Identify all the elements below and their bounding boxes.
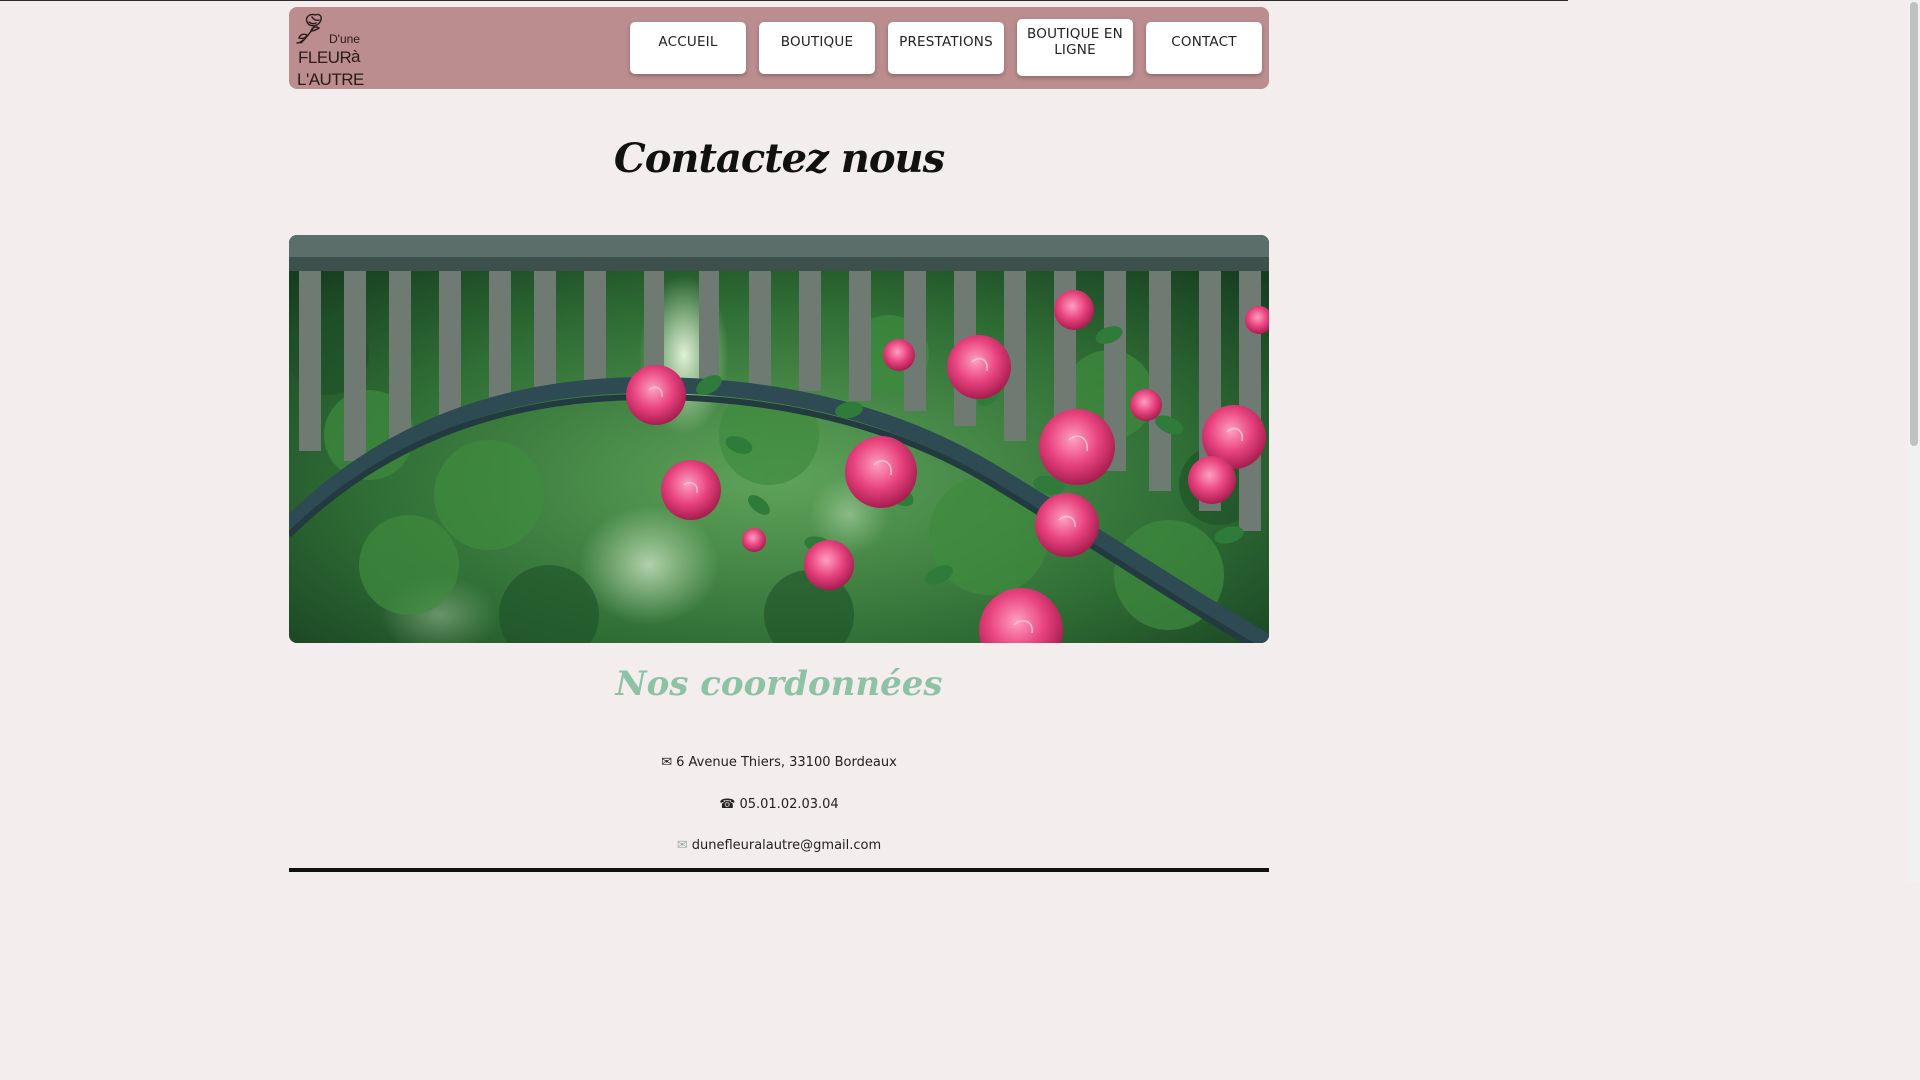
nav-accueil-button[interactable]: ACCUEIL [630,22,746,74]
scrollbar-thumb[interactable] [1910,2,1918,446]
rose-garden-photo-icon [289,235,1269,643]
nav-prestations-button[interactable]: PRESTATIONS [888,22,1004,74]
page-title: Contactez nous [613,135,945,182]
nav-boutique-en-ligne-label: BOUTIQUE EN LIGNE [1027,25,1123,58]
nav-boutique-button[interactable]: BOUTIQUE [759,22,875,74]
contact-section-title: Nos coordonnées [615,664,943,704]
nav-boutique-label: BOUTIQUE [780,34,854,50]
contact-address: ✉ 6 Avenue Thiers, 33100 Bordeaux [289,755,1269,770]
address-text: 6 Avenue Thiers, 33100 Bordeaux [676,755,897,770]
svg-text:à: à [351,47,361,66]
phone-text[interactable]: 05.01.02.03.04 [739,797,838,812]
envelope-icon: ✉ [661,755,673,770]
hero-image [289,235,1269,643]
svg-text:D'une: D'une [329,32,360,46]
email-text[interactable]: dunefleuralautre@gmail.com [692,838,881,853]
contact-email: ✉ dunefleuralautre@gmail.com [289,838,1269,853]
nav-contact-label: CONTACT [1171,34,1237,50]
browser-top-border [0,0,1568,1]
contact-phone: ☎ 05.01.02.03.04 [289,797,1269,812]
svg-text:L'AUTRE: L'AUTRE [297,70,364,89]
nav-prestations-label: PRESTATIONS [899,34,993,50]
svg-text:FLEUR: FLEUR [298,48,351,67]
footer-divider [289,868,1269,872]
site-header: D'une FLEUR à L'AUTRE ACCUEIL BOUTIQUE P… [289,7,1269,89]
phone-icon: ☎ [719,797,736,812]
flower-logo-icon: D'une FLEUR à L'AUTRE [296,13,364,89]
vertical-scrollbar[interactable] [1908,0,1920,882]
brand-logo[interactable]: D'une FLEUR à L'AUTRE [293,9,369,89]
nav-boutique-en-ligne-button[interactable]: BOUTIQUE EN LIGNE [1017,19,1133,76]
nav-accueil-label: ACCUEIL [658,34,718,50]
nav-contact-button[interactable]: CONTACT [1146,22,1262,74]
mail-icon: ✉ [676,838,688,853]
